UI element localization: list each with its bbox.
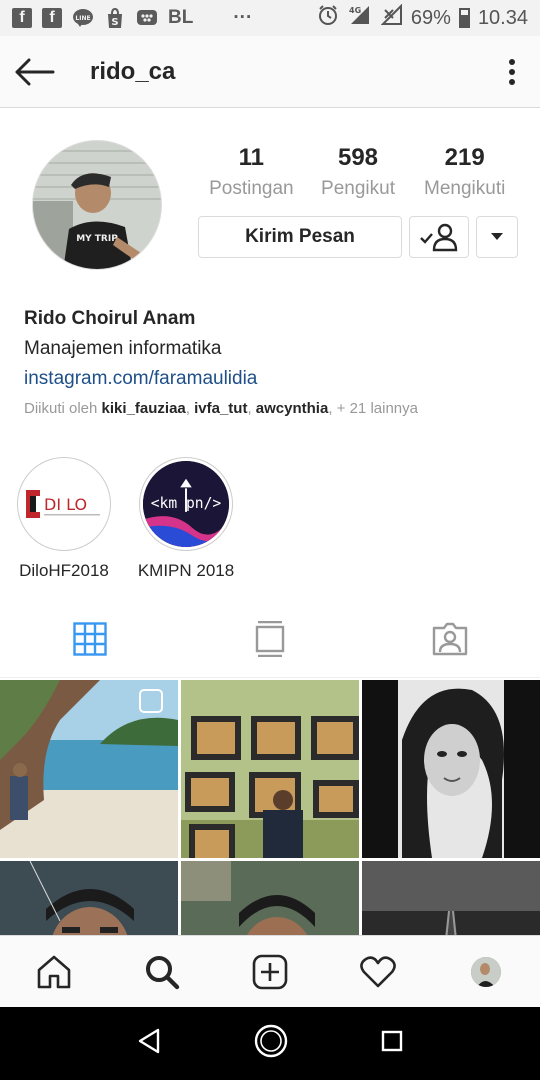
nav-search[interactable] xyxy=(108,936,216,1008)
following-count: 219 xyxy=(444,144,485,171)
profile-actions: Kirim Pesan xyxy=(198,216,518,258)
search-icon xyxy=(146,955,180,989)
dilo-logo-text: DI LO xyxy=(44,495,87,514)
following-label: Mengikuti xyxy=(424,178,506,199)
system-home-button[interactable] xyxy=(254,1024,288,1063)
user-check-icon xyxy=(420,223,458,252)
circle-home-icon xyxy=(254,1024,288,1058)
facebook-icon: f xyxy=(12,8,32,28)
posts-stat[interactable]: 11 Postingan xyxy=(198,144,305,200)
system-recents-button[interactable] xyxy=(381,1030,403,1057)
highlight-label: KMIPN 2018 xyxy=(137,561,235,580)
signal-icon: 4G xyxy=(347,4,373,32)
nav-home[interactable] xyxy=(0,936,108,1008)
followed-prefix: Diikuti oleh xyxy=(24,400,102,417)
followed-by-text[interactable]: Diikuti oleh kiki_fauziaa, ivfa_tut, awc… xyxy=(24,400,524,417)
following-stat[interactable]: 219 Mengikuti xyxy=(411,144,518,200)
post-thumbnail[interactable] xyxy=(362,680,540,858)
profile-stats: 11 Postingan 598 Pengikut 219 Mengikuti xyxy=(198,144,518,200)
story-highlights: DI LO DiloHF2018 <km pn/> KMIPN 2018 xyxy=(16,457,234,581)
nav-profile[interactable] xyxy=(432,936,540,1008)
suggestions-dropdown-button[interactable] xyxy=(476,216,518,258)
carrier-text: BL xyxy=(168,7,194,28)
following-button[interactable] xyxy=(409,216,469,258)
highlight-ring: DI LO xyxy=(17,457,111,551)
kebab-menu-icon xyxy=(509,58,515,85)
bio-text: Manajemen informatika xyxy=(24,338,222,359)
tab-tagged[interactable] xyxy=(360,600,540,677)
bbm-icon xyxy=(136,7,158,29)
post-thumbnail[interactable] xyxy=(181,680,359,858)
separator: , xyxy=(247,400,256,417)
triangle-back-icon xyxy=(138,1028,159,1054)
highlight-label: DiloHF2018 xyxy=(19,561,109,580)
followers-label: Pengikut xyxy=(321,178,395,199)
send-message-button[interactable]: Kirim Pesan xyxy=(198,216,402,258)
more-options-button[interactable] xyxy=(484,36,540,108)
status-bar: f f LINE S BL ··· 4G 69% 10.34 xyxy=(0,0,540,36)
multiple-photos-icon xyxy=(142,690,164,712)
nav-new-post[interactable] xyxy=(216,936,324,1008)
shopee-icon: S xyxy=(104,7,126,29)
facebook-icon: f xyxy=(42,8,62,28)
back-arrow-icon xyxy=(15,58,55,85)
bottom-navigation xyxy=(0,935,540,1007)
dilo-logo: DI LO xyxy=(21,461,107,547)
tab-feed[interactable] xyxy=(180,600,360,677)
home-icon xyxy=(37,955,71,988)
post-thumbnail[interactable] xyxy=(0,680,178,858)
svg-text:LINE: LINE xyxy=(75,15,90,22)
posts-label: Postingan xyxy=(209,178,294,199)
profile-tabs xyxy=(0,600,540,678)
kmipn-logo: <km pn/> xyxy=(143,461,229,547)
tagged-person-icon xyxy=(432,622,468,655)
line-icon: LINE xyxy=(72,7,94,29)
followed-user[interactable]: kiki_fauziaa xyxy=(102,400,186,417)
network-text: 4G xyxy=(349,6,361,15)
heart-icon xyxy=(360,955,396,987)
app-bar: rido_ca xyxy=(0,36,540,108)
followed-user[interactable]: awcynthia xyxy=(256,400,329,417)
grid-icon xyxy=(73,621,107,656)
profile-avatar[interactable]: MY TRIP xyxy=(32,140,162,270)
followed-suffix: , + 21 lainnya xyxy=(328,400,418,417)
add-post-icon xyxy=(252,954,288,989)
battery-percent: 69% xyxy=(410,6,451,29)
posts-count: 11 xyxy=(238,144,265,171)
profile-username: rido_ca xyxy=(90,57,176,85)
svg-text:MY TRIP: MY TRIP xyxy=(76,234,118,244)
system-navigation-bar xyxy=(0,1007,540,1080)
followers-stat[interactable]: 598 Pengikut xyxy=(305,144,412,200)
no-signal-icon xyxy=(380,3,403,32)
followers-count: 598 xyxy=(337,144,379,171)
caret-down-icon xyxy=(491,233,503,240)
battery-icon xyxy=(458,8,470,28)
svg-text:S: S xyxy=(111,17,118,28)
highlight-kmipn[interactable]: <km pn/> KMIPN 2018 xyxy=(138,457,234,581)
nav-activity[interactable] xyxy=(324,936,432,1008)
system-back-button[interactable] xyxy=(137,1028,161,1059)
separator: , xyxy=(185,400,195,417)
feed-icon xyxy=(255,620,285,657)
tab-grid[interactable] xyxy=(0,600,180,677)
bio-link[interactable]: instagram.com/faramaulidia xyxy=(24,368,524,390)
highlight-ring: <km pn/> xyxy=(139,457,233,551)
full-name: Rido Choirul Anam xyxy=(24,308,196,329)
profile-bio: Rido Choirul Anam Manajemen informatika … xyxy=(24,308,524,417)
back-button[interactable] xyxy=(0,36,70,108)
followed-user[interactable]: ivfa_tut xyxy=(194,400,247,417)
alarm-icon xyxy=(317,4,339,32)
clock: 10.34 xyxy=(477,6,528,29)
highlight-dilo[interactable]: DI LO DiloHF2018 xyxy=(16,457,112,581)
more-notifications: ··· xyxy=(233,7,253,28)
profile-avatar-small xyxy=(471,956,501,987)
square-recents-icon xyxy=(382,1030,403,1052)
